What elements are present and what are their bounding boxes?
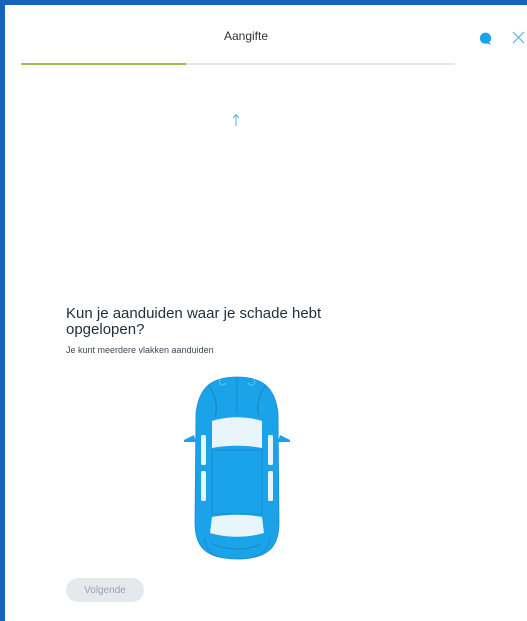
windshield[interactable] [212,417,262,448]
arrow-up-icon [232,113,240,126]
right-rear-window[interactable] [268,471,273,501]
left-mirror[interactable] [184,435,196,442]
right-mirror[interactable] [278,435,290,442]
question-hint: Je kunt meerdere vlakken aanduiden [66,345,214,355]
car-top-view-icon[interactable] [182,373,292,563]
question-title: Kun je aanduiden waar je schade hebt opg… [66,305,322,338]
progress-bar-fill [21,63,186,65]
rear-window[interactable] [210,514,264,537]
progress-bar [21,63,455,65]
chat-bubble-icon[interactable] [479,32,492,45]
left-front-window[interactable] [201,435,206,465]
right-front-window[interactable] [268,435,273,465]
next-button[interactable]: Volgende [66,578,144,602]
roof[interactable] [211,449,263,515]
close-icon[interactable] [511,30,526,45]
left-rear-window[interactable] [201,471,206,501]
app-window: Aangifte Kun je aanduiden waar je schade… [0,0,527,621]
page-title: Aangifte [223,29,269,43]
